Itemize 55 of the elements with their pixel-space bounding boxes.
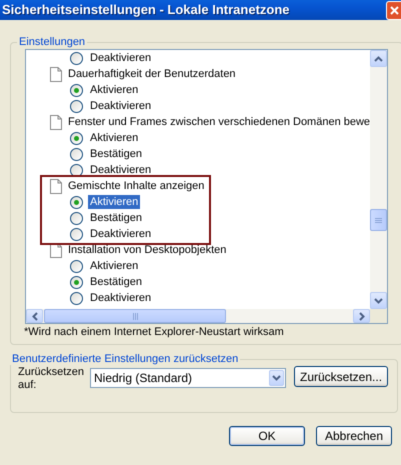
option-label[interactable]: Aktivieren: [88, 83, 140, 97]
option-label[interactable]: Bestätigen: [88, 147, 144, 161]
radio-button[interactable]: [70, 196, 83, 208]
radio-button[interactable]: [70, 212, 83, 224]
setting-label: Dauerhaftigkeit der Benutzerdaten: [68, 68, 236, 80]
setting-label: Installation von Desktopobjekten: [68, 244, 226, 256]
grip-icon: [132, 312, 138, 320]
radio-button[interactable]: [70, 276, 83, 288]
chevron-right-icon: [358, 312, 365, 320]
scroll-thumb[interactable]: [44, 309, 226, 323]
setting-label: Fenster und Frames zwischen verschiedenen Domänen bewe: [68, 116, 370, 128]
ok-button[interactable]: OK: [229, 426, 305, 446]
close-icon: [390, 6, 398, 15]
scroll-thumb[interactable]: [370, 209, 388, 232]
radio-button[interactable]: [70, 148, 83, 160]
restart-note: *Wird nach einem Internet Explorer-Neustart wirksam: [24, 325, 285, 338]
level-dropdown[interactable]: Niedrig (Standard): [90, 368, 286, 388]
page-icon: [50, 114, 62, 130]
radio-button[interactable]: [70, 228, 83, 240]
scrollbar-corner: [370, 309, 388, 323]
option-label[interactable]: Deaktivieren: [88, 99, 154, 113]
radio-button[interactable]: [70, 100, 83, 112]
option-label[interactable]: Bestätigen: [88, 275, 144, 289]
option-label[interactable]: Deaktivieren: [88, 51, 154, 65]
option-label[interactable]: Aktivieren: [88, 195, 140, 209]
radio-button[interactable]: [70, 260, 83, 272]
setting-label: Gemischte Inhalte anzeigen: [68, 180, 204, 192]
window-title: Sicherheitseinstellungen - Lokale Intranetzone: [1, 1, 290, 17]
radio-button[interactable]: [70, 52, 83, 64]
radio-button[interactable]: [70, 292, 83, 304]
scroll-left-button[interactable]: [26, 309, 43, 323]
option-label[interactable]: Deaktivieren: [88, 291, 154, 305]
group-legend: Einstellungen: [17, 36, 88, 48]
reset-label: Zurücksetzen auf:: [18, 366, 86, 392]
chevron-left-icon: [32, 312, 38, 320]
scroll-right-button[interactable]: [353, 309, 370, 323]
option-label[interactable]: Deaktivieren: [88, 163, 154, 177]
page-icon: [50, 178, 62, 194]
scroll-down-button[interactable]: [370, 292, 388, 309]
cancel-button[interactable]: Abbrechen: [316, 426, 392, 446]
reset-button[interactable]: Zurücksetzen...: [294, 366, 388, 387]
option-label[interactable]: Aktivieren: [88, 131, 140, 145]
radio-button[interactable]: [70, 132, 83, 144]
scroll-up-button[interactable]: [370, 50, 388, 67]
radio-button[interactable]: [70, 84, 83, 96]
option-label[interactable]: Deaktivieren: [88, 227, 154, 241]
group-legend: Benutzerdefinierte Einstellungen zurücksetzen: [10, 353, 240, 365]
option-label[interactable]: Bestätigen: [88, 211, 144, 225]
radio-button[interactable]: [70, 164, 83, 176]
option-label[interactable]: Aktivieren: [88, 259, 140, 273]
chevron-down-icon: [374, 298, 384, 304]
page-icon: [50, 66, 62, 82]
close-button[interactable]: [386, 1, 401, 20]
grip-icon: [375, 216, 382, 224]
chevron-up-icon: [374, 56, 384, 62]
